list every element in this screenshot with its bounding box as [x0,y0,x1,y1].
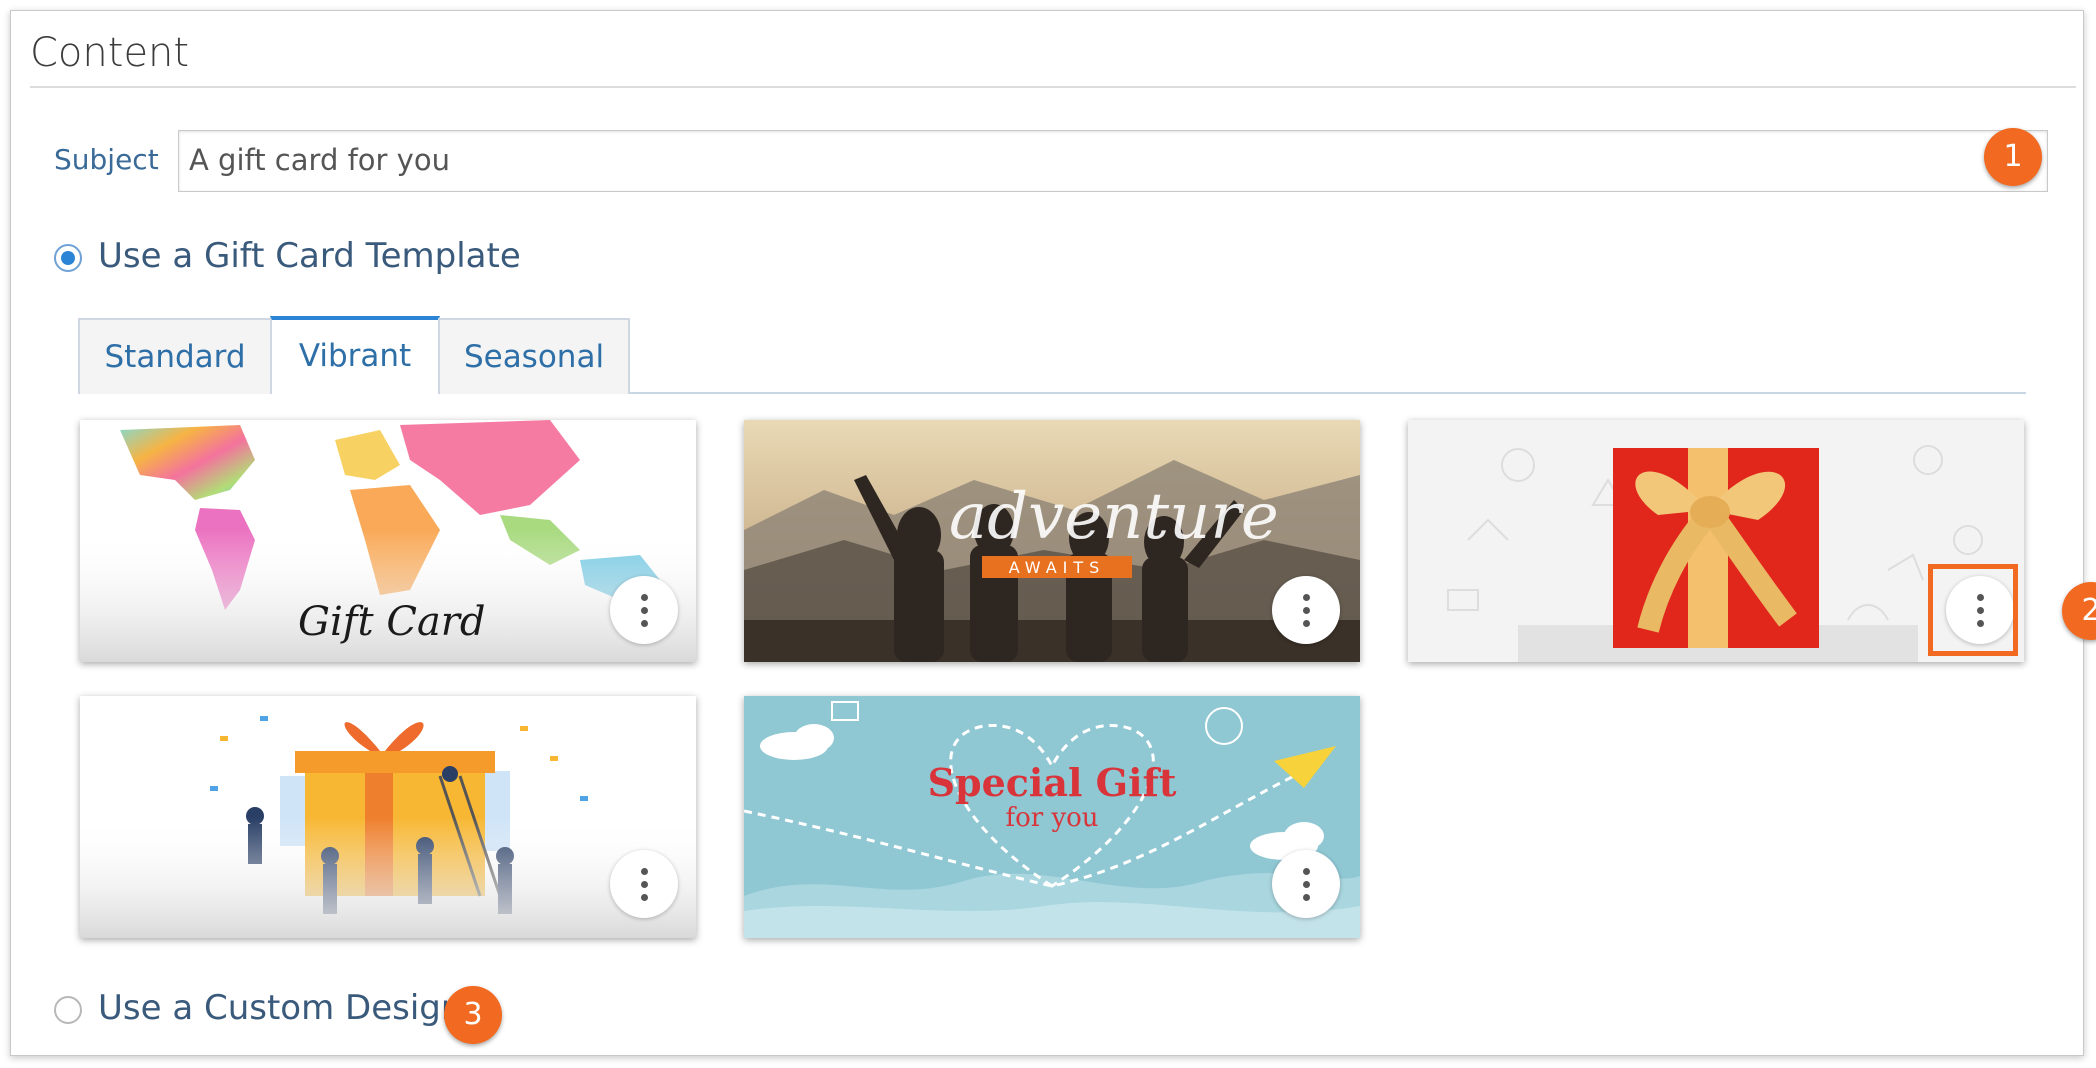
world-map-image: Gift Card [80,420,696,662]
template-card-adventure[interactable]: adventure AWAITS [744,420,1360,662]
card-caption-adventure: adventure [949,480,1279,554]
card-menu-kebab-icon[interactable] [1272,576,1340,644]
section-title: Content [30,30,190,76]
template-radio[interactable] [54,244,82,272]
special-gift-image: Special Gift for you [744,696,1360,938]
subject-input[interactable]: A gift card for you [178,130,2048,192]
tab-standard[interactable]: Standard [78,318,272,394]
custom-design-radio[interactable] [54,996,82,1024]
template-radio-label[interactable]: Use a Gift Card Template [98,236,521,276]
callout-badge-1: 1 [1984,128,2042,186]
card-subcaption-awaits: AWAITS [1009,558,1106,577]
adventure-image: adventure AWAITS [744,420,1360,662]
card-subcaption-for-you: for you [1005,803,1098,833]
tab-vibrant[interactable]: Vibrant [270,316,440,394]
celebration-image [80,696,696,938]
custom-design-radio-label[interactable]: Use a Custom Design [98,988,462,1028]
tab-seasonal[interactable]: Seasonal [438,318,630,394]
card-caption-special-gift: Special Gift [928,760,1177,805]
template-card-celebration[interactable] [80,696,696,938]
callout-badge-3: 3 [444,986,502,1044]
card-menu-kebab-icon[interactable] [610,850,678,918]
card-caption-gift-card: Gift Card [298,599,486,645]
card-menu-kebab-icon[interactable] [610,576,678,644]
callout-highlight-box [1928,564,2018,656]
subject-label: Subject [54,143,159,176]
title-divider [30,86,2076,88]
template-card-world-map[interactable]: Gift Card [80,420,696,662]
template-card-special-gift[interactable]: Special Gift for you [744,696,1360,938]
card-menu-kebab-icon[interactable] [1272,850,1340,918]
